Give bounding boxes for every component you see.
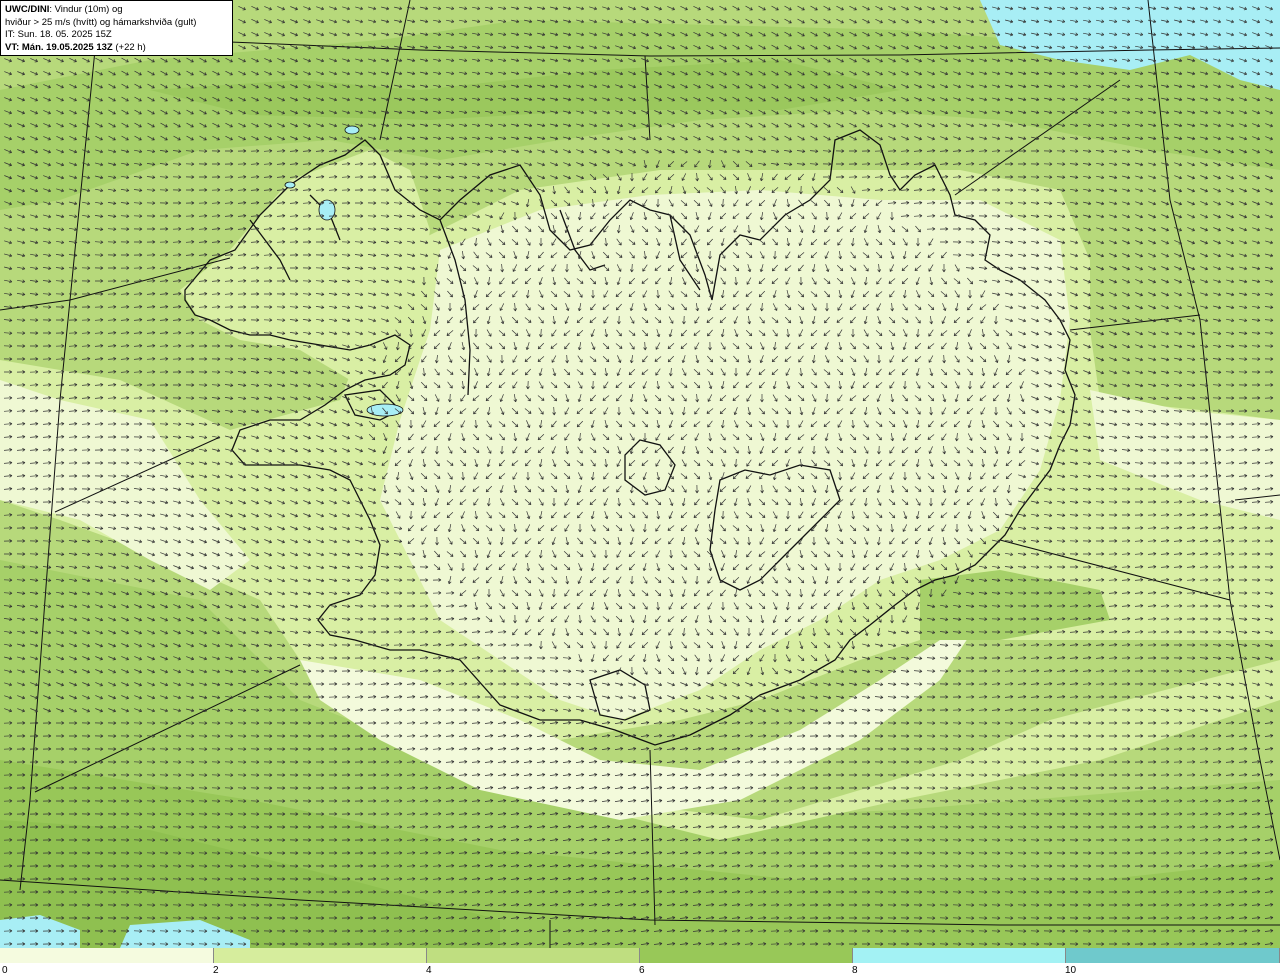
legend-tick-10: 10: [1065, 965, 1077, 976]
wind-map: [0, 0, 1280, 948]
title-line1: : Vindur (10m) og: [49, 4, 123, 15]
title-line2: hviður > 25 m/s (hvítt) og hámarkshviða …: [5, 16, 197, 28]
init-time: IT: Sun. 18. 05. 2025 15Z: [5, 29, 112, 40]
legend-tick-8: 8: [852, 965, 858, 976]
legend-swatch-10-plus: [1066, 948, 1280, 963]
lead-time: (+22 h): [112, 41, 146, 53]
valid-time: VT: Mán. 19.05.2025 13Z: [5, 41, 113, 53]
legend-tick-6: 6: [639, 965, 645, 976]
legend-swatch-2-4: [214, 948, 427, 963]
legend-swatch-0-2: [0, 948, 214, 963]
legend-swatch-6-8: [640, 948, 853, 963]
color-scale-legend: 0 2 4 6 8 10: [0, 948, 1280, 978]
legend-tick-2: 2: [213, 965, 219, 976]
map-info-box: UWC/DINI: Vindur (10m) og hviður > 25 m/…: [0, 0, 233, 56]
model-name: UWC/DINI: [5, 4, 50, 15]
legend-tick-4: 4: [426, 965, 432, 976]
legend-tick-0: 0: [2, 965, 8, 976]
legend-swatch-8-10: [853, 948, 1066, 963]
legend-swatch-4-6: [427, 948, 640, 963]
